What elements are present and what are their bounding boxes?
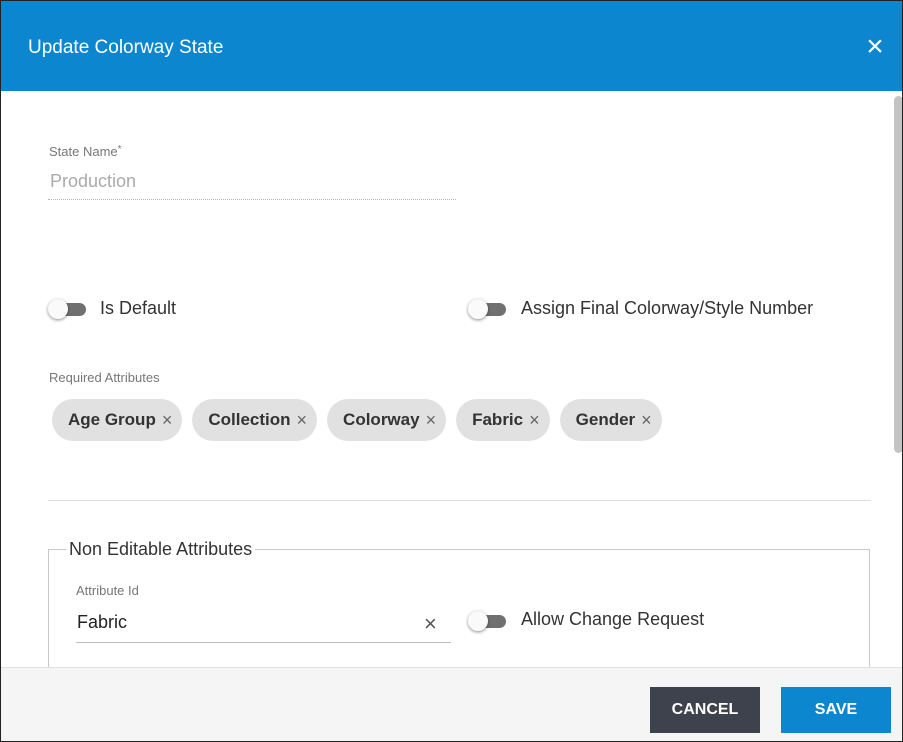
state-name-label: State Name*	[49, 144, 122, 159]
allow-change-request-label: Allow Change Request	[521, 609, 705, 629]
dialog-title: Update Colorway State	[28, 37, 224, 58]
save-button[interactable]: SAVE	[781, 687, 891, 733]
required-attributes-chips: Age Group × Collection × Colorway × Fabr…	[52, 399, 662, 441]
toggle-knob	[468, 611, 488, 631]
chip-age-group: Age Group ×	[52, 399, 183, 441]
chip-label: Gender	[575, 410, 636, 429]
state-name-label-text: State Name	[49, 144, 118, 159]
remove-chip-icon[interactable]: ×	[162, 410, 173, 431]
remove-chip-icon[interactable]: ×	[529, 410, 540, 431]
is-default-toggle[interactable]	[48, 299, 88, 319]
chip-collection: Collection ×	[192, 399, 318, 441]
allow-change-request-toggle[interactable]	[468, 611, 508, 631]
state-name-input[interactable]: Production	[48, 169, 456, 200]
chip-gender: Gender ×	[559, 399, 662, 441]
required-attributes-label: Required Attributes	[49, 370, 160, 385]
attribute-id-value: Fabric	[77, 612, 128, 632]
chip-label: Age Group	[68, 410, 156, 429]
state-name-value: Production	[50, 171, 137, 191]
close-icon[interactable]: ×	[859, 31, 891, 63]
toggle-knob	[468, 299, 488, 319]
assign-final-number-toggle[interactable]	[468, 299, 508, 319]
required-marker: *	[117, 144, 122, 155]
chip-label: Fabric	[472, 410, 524, 429]
chip-colorway: Colorway ×	[327, 399, 447, 441]
dialog-header: Update Colorway State ×	[1, 1, 902, 91]
chip-label: Colorway	[343, 410, 420, 429]
non-editable-attributes-legend: Non Editable Attributes	[66, 539, 256, 560]
chip-label: Collection	[208, 410, 291, 429]
remove-chip-icon[interactable]: ×	[641, 410, 652, 431]
remove-chip-icon[interactable]: ×	[297, 410, 308, 431]
attribute-id-label: Attribute Id	[76, 583, 139, 598]
clear-icon[interactable]: ×	[424, 611, 437, 637]
is-default-label: Is Default	[100, 298, 177, 318]
assign-final-number-label: Assign Final Colorway/Style Number	[521, 298, 814, 318]
update-colorway-state-dialog: Update Colorway State × State Name* Prod…	[0, 0, 903, 742]
dialog-footer	[1, 667, 902, 741]
section-divider	[48, 500, 871, 501]
attribute-id-input[interactable]: Fabric	[76, 604, 451, 643]
cancel-button[interactable]: CANCEL	[650, 687, 760, 733]
chip-fabric: Fabric ×	[456, 399, 550, 441]
scrollbar-thumb[interactable]	[894, 96, 902, 453]
remove-chip-icon[interactable]: ×	[426, 410, 437, 431]
scrollbar[interactable]	[891, 93, 902, 667]
toggle-knob	[48, 299, 68, 319]
